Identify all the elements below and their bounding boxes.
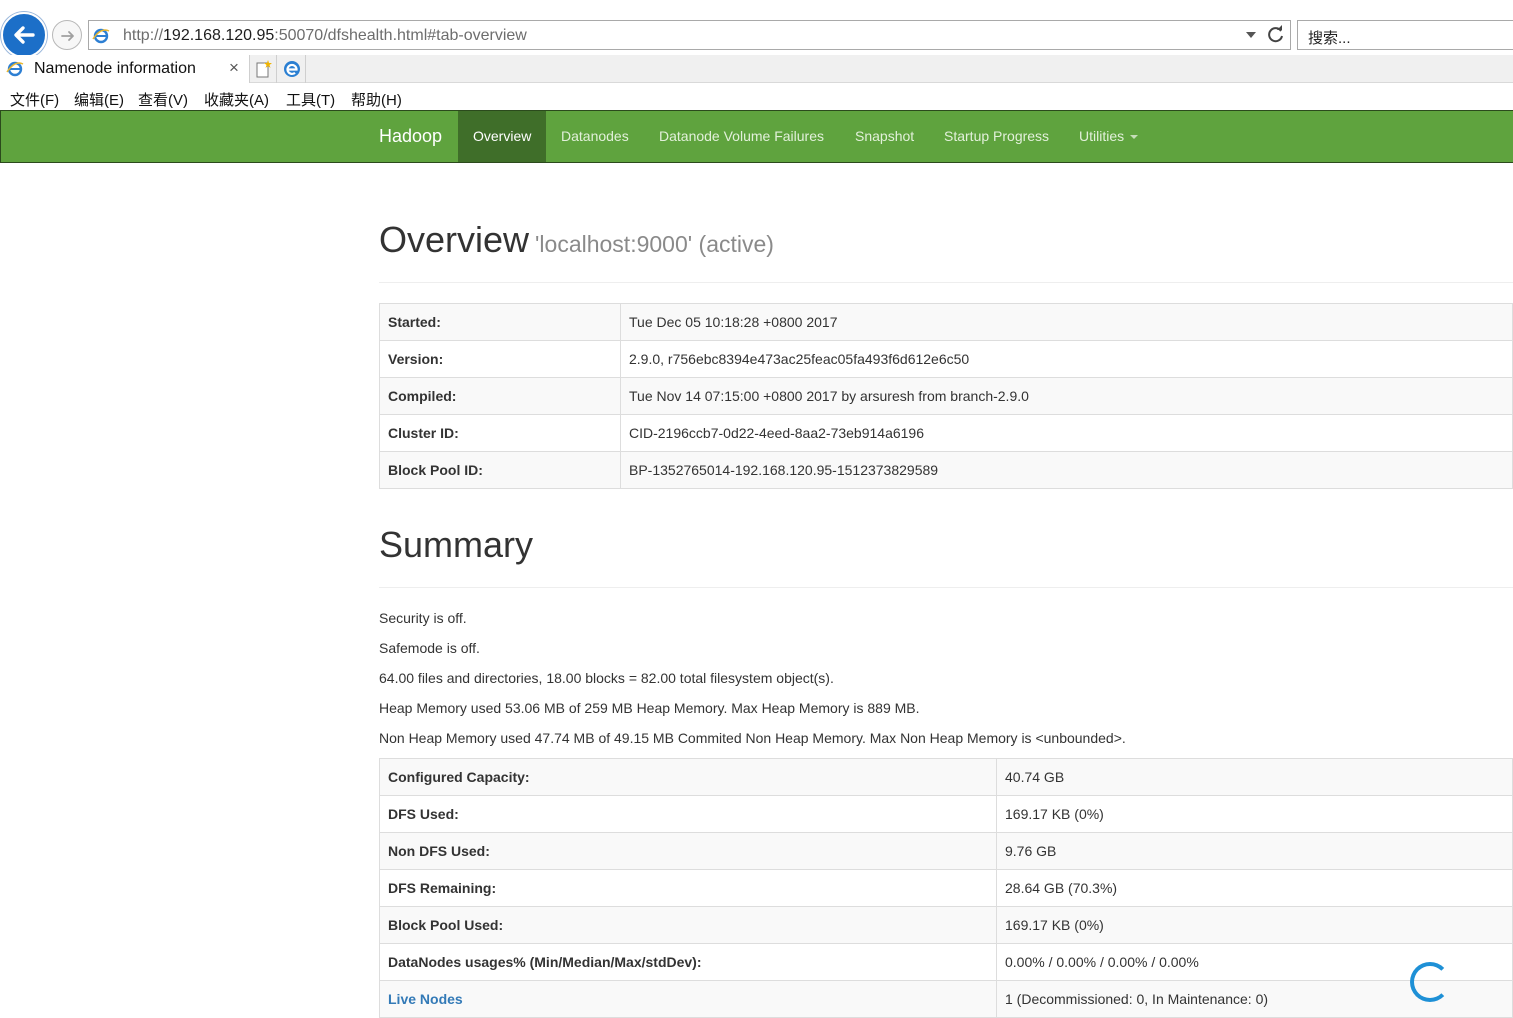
summary-row: DFS Used: 169.17 KB (0%) xyxy=(379,795,1513,833)
edge-tab-button[interactable] xyxy=(278,55,306,83)
nav-startup-progress[interactable]: Startup Progress xyxy=(944,111,1049,162)
overview-row: Cluster ID: CID-2196ccb7-0d22-4eed-8aa2-7… xyxy=(379,414,1513,452)
overview-key: Block Pool ID: xyxy=(379,451,621,489)
overview-value: 2.9.0, r756ebc8394e473ac25feac05fa493f6d… xyxy=(620,340,1513,378)
overview-title: Overview'localhost:9000' (active) xyxy=(379,219,1513,261)
forward-button[interactable] xyxy=(52,20,82,50)
summary-table: Configured Capacity: 40.74 GB DFS Used: 169… xyxy=(379,758,1513,1018)
ie-page-icon xyxy=(6,61,24,77)
ie-page-icon xyxy=(92,28,110,44)
overview-row: Block Pool ID: BP-1352765014-192.168.120.… xyxy=(379,451,1513,489)
summary-row: Configured Capacity: 40.74 GB xyxy=(379,758,1513,796)
refresh-icon[interactable] xyxy=(1266,25,1286,45)
summary-key: DFS Remaining: xyxy=(379,869,997,907)
nav-overview[interactable]: Overview xyxy=(458,111,547,162)
summary-key: Block Pool Used: xyxy=(379,906,997,944)
nav-utilities-label: Utilities xyxy=(1079,128,1125,144)
tab-namenode-information[interactable]: Namenode information × xyxy=(0,55,250,83)
back-button[interactable] xyxy=(1,12,47,58)
overview-row: Version: 2.9.0, r756ebc8394e473ac25feac05… xyxy=(379,340,1513,378)
overview-row: Started: Tue Dec 05 10:18:28 +0800 2017 xyxy=(379,303,1513,341)
caret-down-icon xyxy=(1130,135,1139,140)
new-tab-icon xyxy=(256,60,272,78)
overview-header: Overview'localhost:9000' (active) xyxy=(379,219,1513,283)
menu-favorites[interactable]: 收藏夹(A) xyxy=(204,89,269,110)
address-field[interactable]: http://192.168.120.95:50070/dfshealth.ht… xyxy=(88,20,1291,50)
url-text: http://192.168.120.95:50070/dfshealth.ht… xyxy=(123,27,527,44)
summary-row: Live Nodes 1 (Decommissioned: 0, In Maint… xyxy=(379,980,1513,1018)
new-tab-button[interactable] xyxy=(251,55,277,83)
tab-title: Namenode information xyxy=(34,60,196,77)
close-tab-icon[interactable]: × xyxy=(229,58,239,78)
summary-key: Live Nodes xyxy=(379,980,997,1018)
overview-value: CID-2196ccb7-0d22-4eed-8aa2-73eb914a6196 xyxy=(620,414,1513,452)
overview-key: Version: xyxy=(379,340,621,378)
browser-address-bar: http://192.168.120.95:50070/dfshealth.ht… xyxy=(0,0,1513,58)
overview-key: Compiled: xyxy=(379,377,621,415)
hadoop-navbar: Hadoop Overview Datanodes Datanode Volum… xyxy=(0,110,1513,163)
summary-value: 40.74 GB xyxy=(996,758,1513,796)
summary-heap-memory: Heap Memory used 53.06 MB of 259 MB Heap… xyxy=(379,700,920,716)
summary-non-heap-memory: Non Heap Memory used 47.74 MB of 49.15 M… xyxy=(379,730,1126,746)
watermark-logo xyxy=(1406,962,1513,1010)
search-input[interactable]: 搜索... xyxy=(1297,20,1513,50)
menu-help[interactable]: 帮助(H) xyxy=(351,89,402,110)
chevron-down-icon[interactable] xyxy=(1246,32,1256,39)
summary-value: 9.76 GB xyxy=(996,832,1513,870)
overview-table: Started: Tue Dec 05 10:18:28 +0800 2017 Ve… xyxy=(379,303,1513,489)
summary-key: DataNodes usages% (Min/Median/Max/stdDev… xyxy=(379,943,997,981)
live-nodes-link[interactable]: Live Nodes xyxy=(388,991,463,1007)
summary-row: Non DFS Used: 9.76 GB xyxy=(379,832,1513,870)
nav-snapshot[interactable]: Snapshot xyxy=(855,111,914,162)
summary-key: Non DFS Used: xyxy=(379,832,997,870)
menu-edit[interactable]: 编辑(E) xyxy=(74,89,124,110)
overview-key: Cluster ID: xyxy=(379,414,621,452)
browser-menu-bar: 文件(F) 编辑(E) 查看(V) 收藏夹(A) 工具(T) 帮助(H) xyxy=(0,84,1513,110)
summary-key: DFS Used: xyxy=(379,795,997,833)
summary-row: DataNodes usages% (Min/Median/Max/stdDev… xyxy=(379,943,1513,981)
summary-header: Summary xyxy=(379,524,1513,588)
summary-safemode: Safemode is off. xyxy=(379,640,480,656)
summary-row: DFS Remaining: 28.64 GB (70.3%) xyxy=(379,869,1513,907)
overview-row: Compiled: Tue Nov 14 07:15:00 +0800 2017 … xyxy=(379,377,1513,415)
summary-security: Security is off. xyxy=(379,610,467,626)
summary-value: 169.17 KB (0%) xyxy=(996,906,1513,944)
search-placeholder: 搜索... xyxy=(1308,30,1351,47)
watermark-swirl xyxy=(1410,962,1450,1002)
overview-value: BP-1352765014-192.168.120.95-15123738295… xyxy=(620,451,1513,489)
browser-tab-strip: Namenode information × xyxy=(0,55,1513,83)
brand-link[interactable]: Hadoop xyxy=(379,126,442,147)
summary-value: 169.17 KB (0%) xyxy=(996,795,1513,833)
overview-title-text: Overview xyxy=(379,219,530,260)
nav-utilities[interactable]: Utilities xyxy=(1079,111,1139,162)
arrow-left-icon xyxy=(14,26,35,44)
summary-value: 28.64 GB (70.3%) xyxy=(996,869,1513,907)
menu-view[interactable]: 查看(V) xyxy=(138,89,188,110)
overview-value: Tue Nov 14 07:15:00 +0800 2017 by arsure… xyxy=(620,377,1513,415)
menu-file[interactable]: 文件(F) xyxy=(10,89,59,110)
nav-datanode-volume-failures[interactable]: Datanode Volume Failures xyxy=(659,111,824,162)
nav-datanodes[interactable]: Datanodes xyxy=(561,111,629,162)
summary-filesystem-objects: 64.00 files and directories, 18.00 block… xyxy=(379,670,834,686)
summary-row: Block Pool Used: 169.17 KB (0%) xyxy=(379,906,1513,944)
summary-title: Summary xyxy=(379,524,534,565)
edge-icon xyxy=(284,61,300,77)
arrow-right-icon xyxy=(61,31,74,41)
overview-key: Started: xyxy=(379,303,621,341)
menu-tools[interactable]: 工具(T) xyxy=(286,89,335,110)
overview-subtitle: 'localhost:9000' (active) xyxy=(535,231,774,257)
overview-value: Tue Dec 05 10:18:28 +0800 2017 xyxy=(620,303,1513,341)
summary-key: Configured Capacity: xyxy=(379,758,997,796)
